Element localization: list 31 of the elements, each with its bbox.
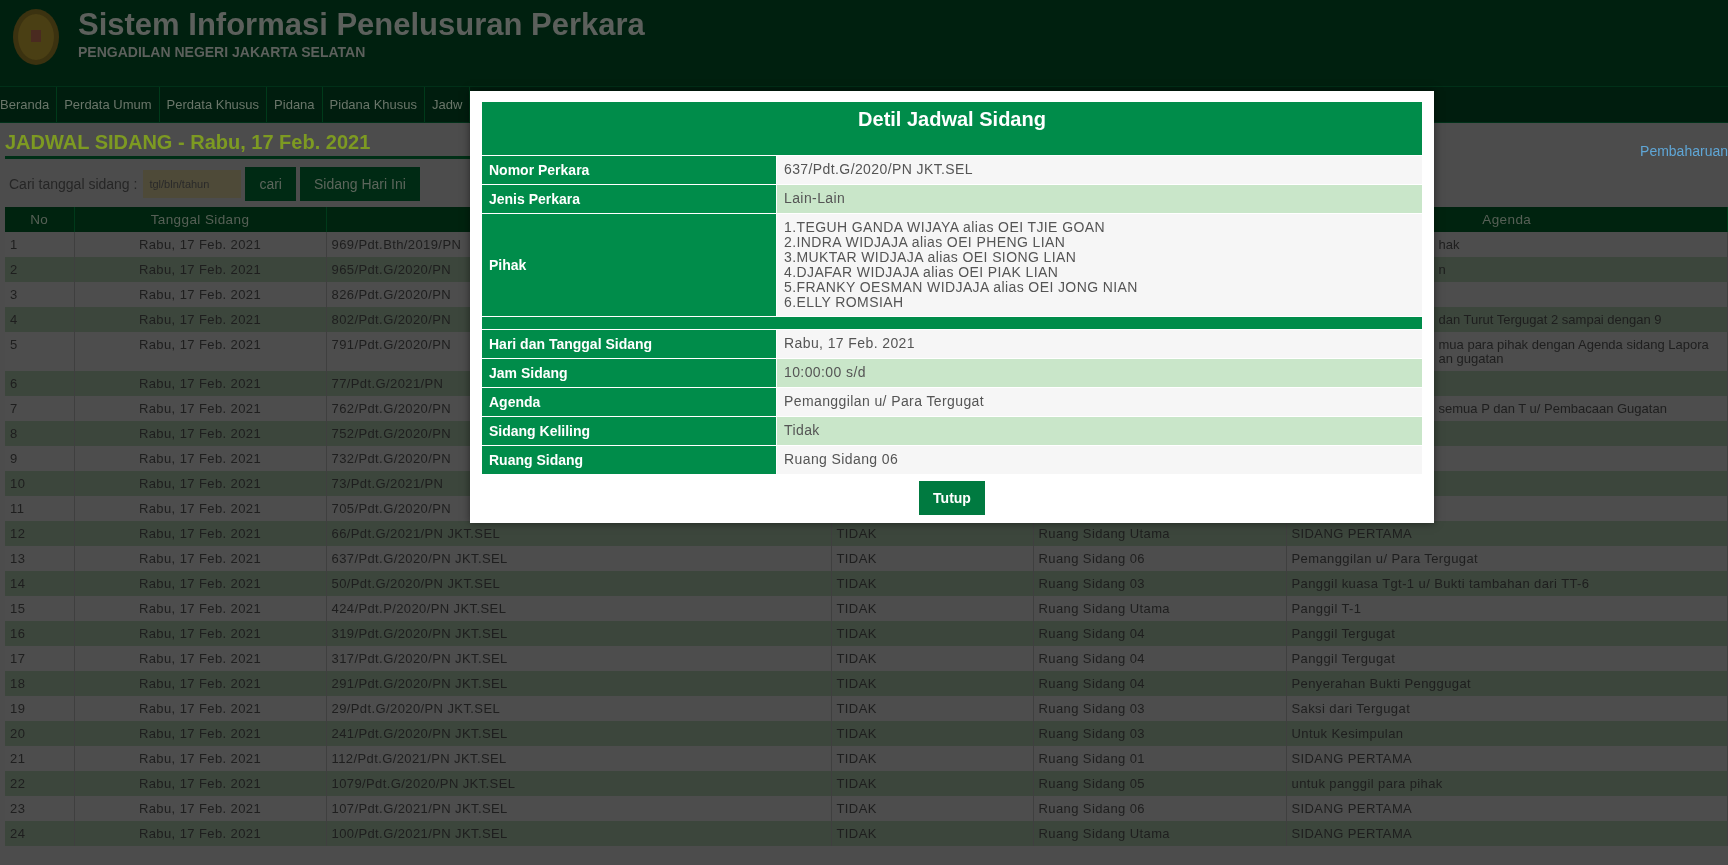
nav-item[interactable]: Perdata Umum [57,87,160,122]
dialog-title: Detil Jadwal Sidang [482,102,1422,155]
field-value: Rabu, 17 Feb. 2021 [777,330,1422,358]
nav-item[interactable]: Beranda [0,87,58,122]
field-label: Jam Sidang [482,359,776,387]
field-label: Jenis Perkara [482,185,776,213]
field-value: Ruang Sidang 06 [777,446,1422,474]
nav-item[interactable]: Perdata Khusus [159,87,268,122]
column-header: Tanggal Sidang [74,207,326,232]
field-value: 637/Pdt.G/2020/PN JKT.SEL [777,156,1422,184]
field-label: Ruang Sidang [482,446,776,474]
close-button[interactable]: Tutup [919,481,985,515]
site-subtitle: PENGADILAN NEGERI JAKARTA SELATAN [78,44,367,60]
field-label: Hari dan Tanggal Sidang [482,330,776,358]
field-value: Tidak [777,417,1422,445]
update-link[interactable]: Pembaharuan [1640,143,1728,159]
party-list: 1.TEGUH GANDA WIJAYA alias OEI TJIE GOAN 2.INDRA WIDJAJA alias OEI PHENG LIAN 3.MUKTAR WIDJAJA alias OEI SIONG LIAN 4.DJAFAR WIDJAJA alias OEI PIAK LIAN 5.FRANKY OESMAN WIDJAJA alias OEI JONG NIAN 6.ELLY ROMSIAH [777,214,1422,316]
field-label: Nomor Perkara [482,156,776,184]
emblem-icon [12,8,60,66]
site-title: Sistem Informasi Penelusuran Perkara [78,8,645,42]
nav-item[interactable]: Pidana [267,87,323,122]
field-value: Lain-Lain [777,185,1422,213]
search-button[interactable]: Sidang Hari Ini [300,167,420,201]
column-header: No [5,207,74,232]
nav-item[interactable]: Pidana Khusus [322,87,426,122]
field-label: Agenda [482,388,776,416]
field-label: Sidang Keliling [482,417,776,445]
search-button[interactable]: cari [245,167,296,201]
field-label: Pihak [482,214,776,316]
field-value: 10:00:00 s/d [777,359,1422,387]
field-value: Pemanggilan u/ Para Tergugat [777,388,1422,416]
